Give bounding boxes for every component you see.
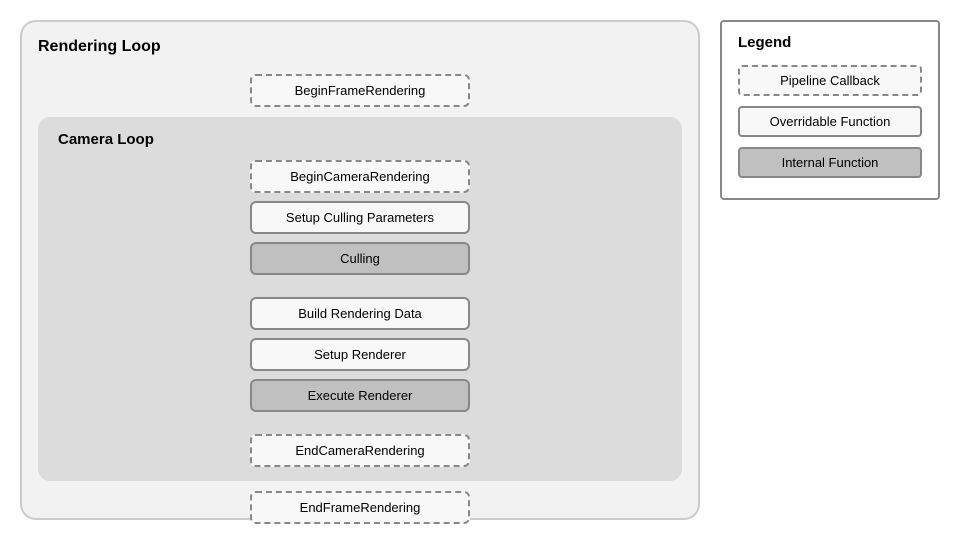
- build-rendering-box: Build Rendering Data: [250, 297, 470, 330]
- end-camera-rendering-box: EndCameraRendering: [250, 434, 470, 467]
- camera-loop-box: Camera Loop BeginCameraRendering Setup C…: [38, 117, 682, 481]
- page-container: Rendering Loop BeginFrameRendering Camer…: [0, 0, 960, 540]
- legend-box: Legend Pipeline Callback Overridable Fun…: [720, 20, 940, 200]
- begin-frame-rendering-label: BeginFrameRendering: [295, 83, 426, 98]
- legend-overridable-function: Overridable Function: [738, 106, 922, 137]
- end-frame-rendering-label: EndFrameRendering: [300, 500, 421, 515]
- camera-loop-title: Camera Loop: [58, 131, 154, 148]
- setup-culling-box: Setup Culling Parameters: [250, 201, 470, 234]
- end-camera-rendering-label: EndCameraRendering: [295, 443, 424, 458]
- setup-renderer-label: Setup Renderer: [314, 347, 406, 362]
- legend-pipeline-label: Pipeline Callback: [780, 73, 880, 88]
- legend-internal-label: Internal Function: [782, 155, 879, 170]
- build-rendering-label: Build Rendering Data: [298, 306, 422, 321]
- rendering-loop-title: Rendering Loop: [38, 38, 161, 56]
- begin-frame-rendering-box: BeginFrameRendering: [250, 74, 470, 107]
- rendering-loop-box: Rendering Loop BeginFrameRendering Camer…: [20, 20, 700, 520]
- legend-overridable-label: Overridable Function: [770, 114, 891, 129]
- begin-camera-rendering-box: BeginCameraRendering: [250, 160, 470, 193]
- legend-internal-function: Internal Function: [738, 147, 922, 178]
- setup-renderer-box: Setup Renderer: [250, 338, 470, 371]
- end-frame-rendering-box: EndFrameRendering: [250, 491, 470, 524]
- execute-renderer-label: Execute Renderer: [308, 388, 413, 403]
- begin-camera-rendering-label: BeginCameraRendering: [290, 169, 429, 184]
- culling-box: Culling: [250, 242, 470, 275]
- execute-renderer-box: Execute Renderer: [250, 379, 470, 412]
- setup-culling-label: Setup Culling Parameters: [286, 210, 434, 225]
- legend-title: Legend: [738, 34, 922, 51]
- culling-label: Culling: [340, 251, 380, 266]
- legend-pipeline-callback: Pipeline Callback: [738, 65, 922, 96]
